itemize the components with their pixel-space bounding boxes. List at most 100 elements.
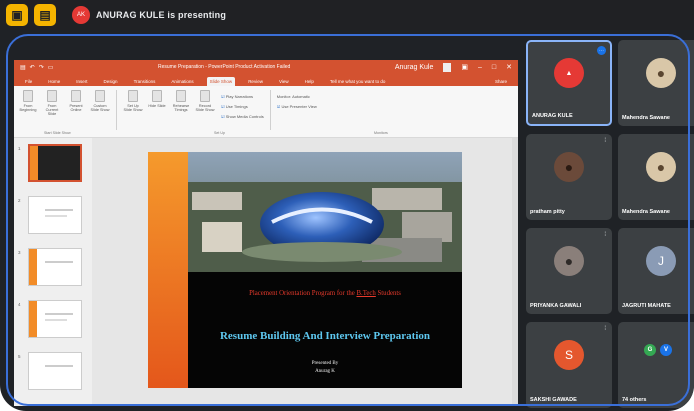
user-avatar[interactable] bbox=[443, 62, 452, 72]
close-icon[interactable]: ✕ bbox=[506, 63, 512, 71]
show-media-controls-checkbox[interactable]: Show Media Controls bbox=[221, 114, 264, 119]
slide-thumbnail-pane: 1 2 3 4 5 bbox=[14, 138, 92, 406]
slide-number: 3 bbox=[18, 250, 21, 255]
person-icon: ● bbox=[564, 252, 574, 269]
tab-transitions[interactable]: Transitions bbox=[131, 77, 159, 86]
present-online-button[interactable]: Present Online bbox=[66, 90, 86, 117]
tab-animations[interactable]: Animations bbox=[168, 77, 196, 86]
participant-tile[interactable]: ● ⁞ Mahendra Sawane bbox=[618, 134, 694, 220]
heading-text-suffix: Students bbox=[375, 290, 401, 297]
slide-number: 4 bbox=[18, 302, 21, 307]
hide-slide-button[interactable]: Hide Slide bbox=[147, 90, 167, 112]
participant-grid: ▲ ⋯ ANURAG KULE ● ⁞ Mahendra Sawane ● ⁞ … bbox=[526, 40, 694, 411]
start-slideshow-icon[interactable]: ▭ bbox=[48, 64, 54, 71]
save-icon[interactable]: ▤ bbox=[20, 64, 26, 71]
monitors-group-label: Monitors bbox=[374, 131, 388, 135]
presenting-status: ANURAG KULE is presenting bbox=[96, 10, 227, 20]
participant-tile[interactable]: S ⁞ SAKSHI GAWADE bbox=[526, 322, 612, 408]
presenter-name-text: Anurag K bbox=[315, 369, 335, 374]
slide-thumbnail[interactable]: 1 bbox=[18, 144, 88, 184]
present-online-icon bbox=[71, 90, 81, 102]
participant-name: SAKSHI GAWADE bbox=[530, 397, 577, 403]
record-slideshow-button[interactable]: Record Slide Show bbox=[195, 90, 215, 112]
present-online-label: Present Online bbox=[69, 104, 83, 113]
from-current-label: From Current Slide bbox=[45, 104, 59, 117]
from-current-slide-button[interactable]: From Current Slide bbox=[42, 90, 62, 117]
mic-muted-icon: ⁞ bbox=[604, 326, 606, 332]
tab-file[interactable]: File bbox=[22, 77, 35, 86]
custom-slideshow-button[interactable]: Custom Slide Show bbox=[90, 90, 110, 117]
rehearse-timings-button[interactable]: Rehearse Timings bbox=[171, 90, 191, 112]
timer-icon bbox=[176, 90, 186, 102]
ppt-window-title: Resume Preparation - PowerPoint Product … bbox=[157, 64, 291, 70]
record-icon bbox=[200, 90, 210, 102]
custom-show-label: Custom Slide Show bbox=[90, 104, 110, 113]
other-participant-avatar: V bbox=[660, 344, 672, 356]
setup-icon bbox=[128, 90, 138, 102]
ribbon-display-icon[interactable]: ▣ bbox=[461, 63, 468, 71]
slide-number: 1 bbox=[18, 146, 21, 151]
play-narrations-checkbox[interactable]: Play Narrations bbox=[221, 94, 264, 99]
from-beginning-label: From Beginning bbox=[19, 104, 37, 113]
others-tile[interactable]: G V 74 others bbox=[618, 322, 694, 408]
avatar-initial: S bbox=[564, 347, 573, 362]
more-options-icon[interactable]: ⋯ bbox=[597, 46, 606, 55]
app-tile-icon-2[interactable]: ▤ bbox=[34, 4, 56, 26]
thumb-line bbox=[45, 313, 73, 315]
current-slide[interactable]: Placement Orientation Program for the B.… bbox=[148, 152, 462, 388]
campus-photo bbox=[172, 152, 462, 272]
minimize-icon[interactable]: – bbox=[478, 64, 482, 71]
setup-checkboxes: Play Narrations Use Timings Show Media C… bbox=[221, 90, 264, 119]
use-timings-checkbox[interactable]: Use Timings bbox=[221, 104, 264, 109]
slide-thumbnail[interactable]: 5 bbox=[18, 352, 88, 392]
setup-label: Set Up Slide Show bbox=[123, 104, 143, 113]
tab-view[interactable]: View bbox=[276, 77, 292, 86]
redo-icon[interactable]: ↷ bbox=[39, 64, 44, 71]
participant-photo-avatar: ● bbox=[646, 57, 676, 88]
tab-help[interactable]: Help bbox=[302, 77, 317, 86]
ribbon-divider bbox=[116, 90, 117, 130]
app-tile-icon[interactable]: ▣ bbox=[6, 4, 28, 26]
hide-slide-label: Hide Slide bbox=[148, 104, 166, 108]
slide-thumbnail[interactable]: 4 bbox=[18, 300, 88, 340]
thumb-line bbox=[45, 261, 73, 263]
slideshow-icon bbox=[47, 90, 57, 102]
setup-slideshow-button[interactable]: Set Up Slide Show bbox=[123, 90, 143, 112]
monitors-group: Monitor: Automatic Use Presenter View bbox=[277, 90, 317, 109]
hide-slide-icon bbox=[152, 90, 162, 102]
participant-tile[interactable]: ● ⁞ pratham pitty bbox=[526, 134, 612, 220]
tab-insert[interactable]: Insert bbox=[73, 77, 90, 86]
participant-name: JAGRUTI MAHATE bbox=[622, 303, 671, 309]
tab-design[interactable]: Design bbox=[101, 77, 121, 86]
logo-mark: ▲ bbox=[565, 69, 573, 77]
participant-tile[interactable]: ▲ ⋯ ANURAG KULE bbox=[526, 40, 612, 126]
presenter-view-checkbox[interactable]: Use Presenter View bbox=[277, 104, 316, 109]
participant-tile[interactable]: ● ⁞ PRIYANKA GAWALI bbox=[526, 228, 612, 314]
monitor-dropdown[interactable]: Monitor: Automatic bbox=[277, 94, 317, 99]
ribbon: From Beginning From Current Slide Presen… bbox=[14, 86, 518, 138]
setup-group: Set Up Slide Show Hide Slide Rehearse Ti… bbox=[123, 90, 215, 112]
participant-tile[interactable]: ● ⁞ Mahendra Sawane bbox=[618, 40, 694, 126]
tell-me-search[interactable]: Tell me what you want to do bbox=[327, 77, 389, 86]
ppt-user-name[interactable]: Anurag Kule bbox=[395, 64, 434, 71]
participant-tile[interactable]: J ⁞ JAGRUTI MAHATE bbox=[618, 228, 694, 314]
thumbnail-image bbox=[28, 144, 82, 182]
vertical-scrollbar[interactable] bbox=[512, 138, 518, 406]
avatar-initial: V bbox=[663, 347, 668, 353]
from-beginning-button[interactable]: From Beginning bbox=[18, 90, 38, 117]
share-button[interactable]: Share bbox=[492, 77, 510, 86]
thumb-line bbox=[45, 319, 67, 321]
tab-slide-show[interactable]: Slide Show bbox=[206, 77, 236, 86]
tab-home[interactable]: Home bbox=[45, 77, 63, 86]
person-icon: ● bbox=[656, 64, 666, 81]
person-icon: ● bbox=[656, 158, 666, 175]
start-slideshow-group: From Beginning From Current Slide Presen… bbox=[18, 90, 110, 117]
participant-name: Mahendra Sawane bbox=[622, 209, 670, 215]
quick-access-toolbar: ▤ ↶ ↷ ▭ bbox=[20, 64, 53, 71]
tab-review[interactable]: Review bbox=[245, 77, 266, 86]
maximize-icon[interactable]: □ bbox=[492, 64, 496, 71]
slide-thumbnail[interactable]: 2 bbox=[18, 196, 88, 236]
slide-thumbnail[interactable]: 3 bbox=[18, 248, 88, 288]
avatar-initial: G bbox=[647, 347, 653, 353]
undo-icon[interactable]: ↶ bbox=[30, 64, 35, 71]
